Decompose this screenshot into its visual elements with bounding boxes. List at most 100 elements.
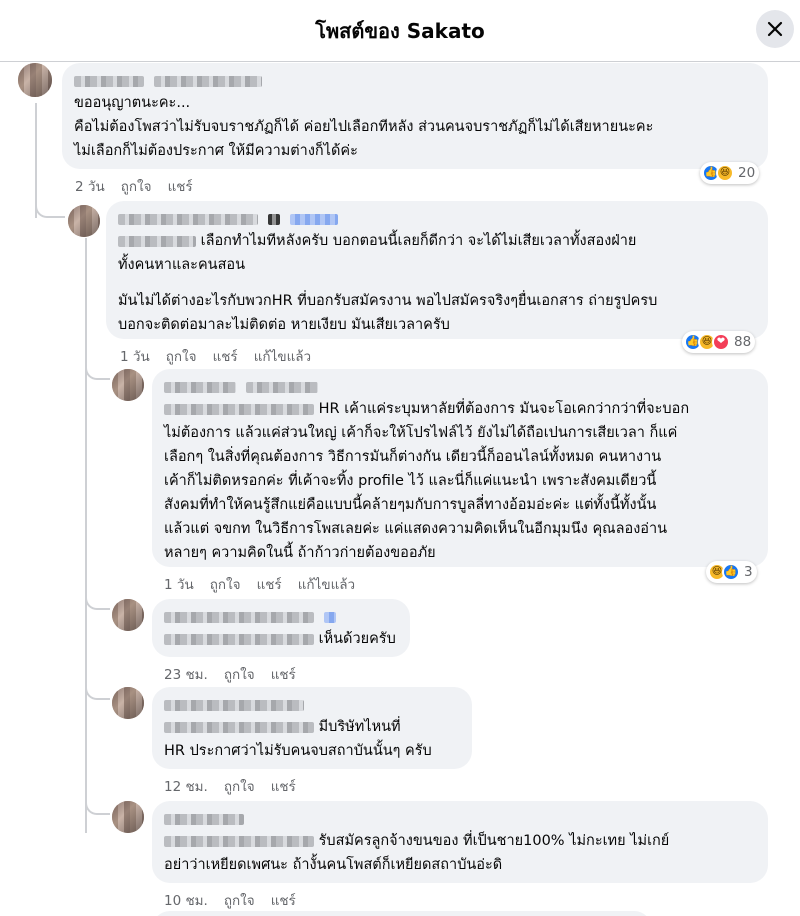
comment-author-row[interactable] [164, 695, 460, 715]
comment-timestamp[interactable]: 10 ชม. [164, 889, 208, 911]
avatar[interactable] [18, 63, 52, 97]
comment-text: HR เค้าแค่ระบุมหาลัยที่ต้องการ มันจะโอเค… [164, 397, 756, 421]
avatar[interactable] [112, 801, 144, 833]
close-icon [767, 21, 783, 37]
like-reaction-icon: 👍 [722, 563, 740, 581]
edited-label: แก้ไขแล้ว [297, 577, 356, 593]
comment-bubble: เลือกทำไมทีหลังครับ บอกตอนนี้เลยก็ดีกว่า… [106, 201, 768, 339]
reaction-summary[interactable]: 😆 👍 3 [706, 561, 757, 583]
blurred-mention [118, 235, 196, 247]
comment-text-span: เลือกทำไมทีหลังครับ บอกตอนนี้เลยก็ดีกว่า… [200, 233, 637, 249]
haha-reaction-icon: 😆 [716, 164, 734, 182]
dialog-title: โพสต์ของ Sakato [315, 18, 485, 43]
blurred-author-name [164, 381, 236, 393]
like-link[interactable]: ถูกใจ [121, 175, 152, 197]
comment-actions: 2 วัน ถูกใจ แชร์ [75, 175, 193, 197]
comment-text: แล้วแต่ จขกท ในวิธีการโพสเลยค่ะ แค่แสดงค… [164, 521, 668, 537]
comment-author-row[interactable] [118, 209, 756, 229]
comment-bubble: ขออนุญาตนะคะ... คือไม่ต้องโพสว่าไม่รับจบ… [62, 63, 768, 169]
avatar[interactable] [112, 687, 144, 719]
reaction-summary[interactable]: 👍 😆 ❤ 88 [682, 331, 756, 353]
comments-list[interactable]: ขออนุญาตนะคะ... คือไม่ต้องโพสว่าไม่รับจบ… [0, 63, 800, 916]
comment-text: เค้าก็ไม่ติดหรอกค่ะ ที่เค้าจะทิ้ง profil… [164, 473, 657, 489]
share-link[interactable]: แชร์ [213, 345, 238, 367]
blurred-author-name [164, 813, 244, 825]
thread-line [85, 238, 87, 833]
blurred-mention [164, 835, 314, 847]
like-link[interactable]: ถูกใจ [210, 573, 241, 595]
reaction-count: 20 [738, 165, 756, 181]
comment-text: ไม่เลือกก็ไม่ต้องประกาศ ให้มีความต่างก็ไ… [74, 143, 358, 159]
comment-text: ทั้งคนหาและคนสอน [118, 257, 246, 273]
comment-text: บอกจะติดต่อมาละไม่ติดต่อ หายเงียบ มันเสี… [118, 317, 450, 333]
reaction-count: 88 [734, 334, 752, 350]
comment-text: เห็นด้วยครับ [164, 627, 398, 651]
reaction-count: 3 [744, 564, 753, 580]
comment-timestamp[interactable]: 23 ชม. [164, 663, 208, 685]
comment-text: ไม่ต้องการ แล้วแค่ส่วนใหญ่ เค้าก็จะให้โป… [164, 425, 678, 441]
comment-text-span: รับสมัครลูกจ้างขนของ ที่เป็นชาย100% ไม่ก… [318, 833, 670, 849]
comment-text-span: มีบริษัทไหนที่ [318, 719, 401, 735]
avatar[interactable] [68, 205, 100, 237]
avatar[interactable] [112, 369, 144, 401]
blurred-author-name [154, 75, 262, 87]
blurred-mention [164, 721, 314, 733]
blurred-badge [268, 213, 280, 225]
blurred-author-name [118, 213, 258, 225]
blurred-author-name [164, 699, 304, 711]
comment-timestamp[interactable]: 2 วัน [75, 175, 105, 197]
comment-author-row[interactable] [164, 607, 398, 627]
comment-bubble: มีบริษัทไหนที่ HR ประกาศว่าไม่รับคนจบสถา… [152, 687, 472, 769]
comment-bubble: เห็นด้วยครับ [152, 599, 410, 657]
blurred-mention [164, 403, 314, 415]
blurred-author-name [164, 611, 314, 623]
share-link[interactable]: แชร์ [168, 175, 193, 197]
thread-connector [85, 678, 110, 700]
blurred-author-name [246, 381, 318, 393]
comment-timestamp[interactable]: 12 ชม. [164, 775, 208, 797]
share-link[interactable]: แชร์ [271, 775, 296, 797]
comment-text: เลือกทำไมทีหลังครับ บอกตอนนี้เลยก็ดีกว่า… [118, 229, 756, 253]
comment-text: หลายๆ ความคิดในนี้ ถ้าก้าวก่ายต้องขออภัย [164, 545, 436, 561]
comment-actions: 12 ชม. ถูกใจ แชร์ [164, 775, 296, 797]
comment-bubble: รับสมัครลูกจ้างขนของ ที่เป็นชาย100% ไม่ก… [152, 801, 768, 883]
close-button[interactable] [756, 10, 794, 48]
comment-text: มีบริษัทไหนที่ [164, 715, 460, 739]
comment-text-span: HR เค้าแค่ระบุมหาลัยที่ต้องการ มันจะโอเค… [318, 401, 690, 417]
comment-timestamp[interactable]: 1 วัน [164, 573, 194, 595]
blurred-badge [290, 213, 338, 225]
dialog-header: โพสต์ของ Sakato [0, 0, 800, 62]
comment-text: คือไม่ต้องโพสว่าไม่รับจบราชภัฏก็ได้ ค่อย… [74, 119, 654, 135]
share-link[interactable]: แชร์ [271, 889, 296, 911]
comment-text-span: เห็นด้วยครับ [318, 631, 396, 647]
comment-text: สังคมที่ทำให้คนรู้สึกแย่คือแบบนี้คล้ายๆม… [164, 497, 657, 513]
comment-timestamp[interactable]: 1 วัน [120, 345, 150, 367]
comment-text: อย่าว่าเหยียดเพศนะ ถ้างั้นคนโพสต์ก็เหยีย… [164, 857, 503, 873]
comment-text: HR ประกาศว่าไม่รับคนจบสถาบันนั้นๆ ครับ [164, 743, 432, 759]
comment-author-row[interactable] [164, 809, 756, 829]
comment-bubble [152, 911, 652, 916]
like-link[interactable]: ถูกใจ [224, 663, 255, 685]
like-link[interactable]: ถูกใจ [224, 889, 255, 911]
thread-connector [85, 358, 110, 380]
thread-connector [85, 588, 110, 610]
thread-connector [85, 793, 110, 815]
comment-text: มันไม่ได้ต่างอะไรกับพวกHR ที่บอกรับสมัคร… [118, 293, 658, 309]
comment-author-row[interactable] [164, 377, 756, 397]
love-reaction-icon: ❤ [712, 333, 730, 351]
comment-bubble: HR เค้าแค่ระบุมหาลัยที่ต้องการ มันจะโอเค… [152, 369, 768, 567]
share-link[interactable]: แชร์ [257, 573, 282, 595]
comment-author-row[interactable] [74, 71, 756, 91]
comment-actions: 1 วัน ถูกใจ แชร์ แก้ไขแล้ว [164, 573, 355, 595]
like-link[interactable]: ถูกใจ [224, 775, 255, 797]
comment-text: รับสมัครลูกจ้างขนของ ที่เป็นชาย100% ไม่ก… [164, 829, 756, 853]
comment-actions: 1 วัน ถูกใจ แชร์ แก้ไขแล้ว [120, 345, 311, 367]
avatar[interactable] [112, 599, 144, 631]
share-link[interactable]: แชร์ [271, 663, 296, 685]
comment-actions: 23 ชม. ถูกใจ แชร์ [164, 663, 296, 685]
comment-text: ขออนุญาตนะคะ... [74, 95, 191, 111]
reaction-summary[interactable]: 👍 😆 20 [700, 162, 760, 184]
edited-label: แก้ไขแล้ว [253, 349, 312, 365]
like-link[interactable]: ถูกใจ [166, 345, 197, 367]
blurred-mention [164, 633, 314, 645]
